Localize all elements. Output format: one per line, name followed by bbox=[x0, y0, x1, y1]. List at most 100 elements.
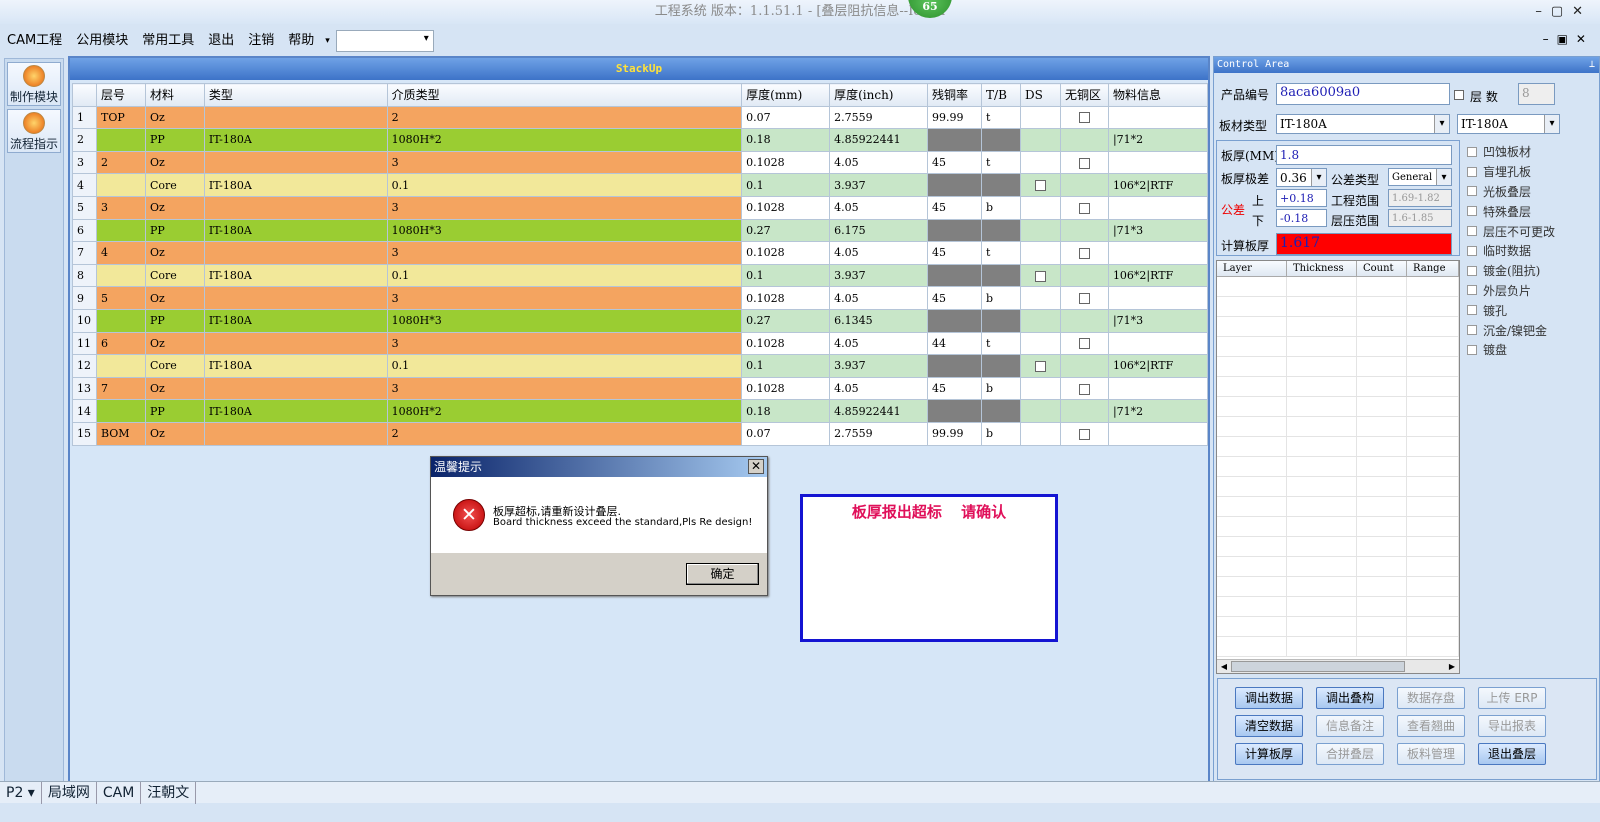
cell-mat[interactable]: Oz bbox=[144, 195, 205, 220]
cell-layer[interactable] bbox=[95, 354, 146, 378]
table-row[interactable]: 11 6 Oz 3 0.1028 4.05 44 t bbox=[72, 331, 1209, 356]
scroll-thumb[interactable] bbox=[1231, 661, 1405, 672]
layer-table-cell[interactable] bbox=[1217, 517, 1287, 536]
column-header[interactable]: 类型 bbox=[203, 83, 388, 107]
cell-cu[interactable] bbox=[927, 218, 983, 243]
layer-table-row[interactable] bbox=[1217, 357, 1459, 377]
layer-table-cell[interactable] bbox=[1357, 317, 1407, 336]
cell-ds[interactable] bbox=[1019, 376, 1061, 401]
cell-tb[interactable]: b bbox=[981, 286, 1021, 310]
cell-ds[interactable] bbox=[1019, 331, 1061, 356]
board-type-select[interactable]: IT-180A bbox=[1276, 114, 1450, 134]
table-row[interactable]: 14 PP IT-180A 1080H*2 0.18 4.85922441 |71*2 bbox=[72, 399, 1209, 423]
layer-table-cell[interactable] bbox=[1217, 397, 1287, 416]
checkbox[interactable] bbox=[1078, 202, 1090, 214]
eng-range-field[interactable]: 1.69-1.82 bbox=[1388, 189, 1452, 207]
cell-med[interactable]: 2 bbox=[386, 105, 743, 130]
cell-layer[interactable] bbox=[95, 399, 146, 423]
cell-mat[interactable]: Oz bbox=[144, 376, 205, 401]
table-row[interactable]: 7 4 Oz 3 0.1028 4.05 45 t bbox=[72, 241, 1209, 265]
option-checkbox[interactable]: 外层负片 bbox=[1463, 281, 1597, 301]
layer-table-cell[interactable] bbox=[1217, 297, 1287, 316]
cell-ds[interactable] bbox=[1019, 308, 1061, 333]
cell-cu[interactable]: 99.99 bbox=[927, 105, 983, 130]
cell-cu[interactable] bbox=[927, 173, 983, 197]
row-number[interactable]: 8 bbox=[72, 263, 97, 288]
layer-table-row[interactable] bbox=[1217, 637, 1459, 657]
cell-info[interactable] bbox=[1107, 376, 1209, 401]
cell-info[interactable]: |71*3 bbox=[1107, 308, 1209, 333]
table-row[interactable]: 4 Core IT-180A 0.1 0.1 3.937 106*2|RTF bbox=[72, 173, 1209, 197]
cell-ds[interactable] bbox=[1019, 128, 1061, 152]
cell-mat[interactable]: Core bbox=[144, 354, 205, 378]
cell-type[interactable]: IT-180A bbox=[203, 128, 388, 152]
cell-info[interactable] bbox=[1107, 195, 1209, 220]
action-button[interactable]: 导出报表 bbox=[1478, 715, 1546, 737]
cell-tb[interactable] bbox=[981, 308, 1021, 333]
table-row[interactable]: 2 PP IT-180A 1080H*2 0.18 4.85922441 |71*2 bbox=[72, 128, 1209, 152]
layer-table-cell[interactable] bbox=[1287, 417, 1357, 436]
layer-table-cell[interactable] bbox=[1357, 637, 1407, 656]
cell-inch[interactable]: 4.85922441 bbox=[829, 399, 929, 423]
cell-cu[interactable] bbox=[927, 263, 983, 288]
cell-med[interactable]: 3 bbox=[386, 331, 743, 356]
cell-med[interactable]: 1080H*3 bbox=[386, 308, 743, 333]
cell-inch[interactable]: 6.175 bbox=[829, 218, 929, 243]
layer-table-cell[interactable] bbox=[1357, 357, 1407, 376]
layer-table-row[interactable] bbox=[1217, 457, 1459, 477]
stackup-table[interactable]: 层号 材料 类型 介质类型 厚度(mm) 厚度(inch) 残铜率 T/B DS 无铜区 物料信息 … bbox=[72, 83, 1209, 446]
cell-type[interactable] bbox=[203, 150, 388, 175]
layer-table-cell[interactable] bbox=[1287, 437, 1357, 456]
layer-table-cell[interactable] bbox=[1217, 557, 1287, 576]
column-header[interactable]: 材料 bbox=[144, 83, 205, 107]
cell-info[interactable]: 106*2|RTF bbox=[1107, 354, 1209, 378]
layer-table-row[interactable] bbox=[1217, 437, 1459, 457]
cell-inch[interactable]: 2.7559 bbox=[829, 421, 929, 446]
cell-type[interactable] bbox=[203, 286, 388, 310]
checkbox[interactable] bbox=[1034, 360, 1046, 372]
checkbox-box[interactable] bbox=[1467, 186, 1477, 197]
layer-table-cell[interactable] bbox=[1357, 277, 1407, 296]
cell-tb[interactable] bbox=[981, 399, 1021, 423]
layer-table-cell[interactable] bbox=[1287, 297, 1357, 316]
layer-table-cell[interactable] bbox=[1407, 457, 1459, 476]
calc-thickness-field[interactable]: 1.617 bbox=[1276, 233, 1452, 255]
option-checkbox[interactable]: 光板叠层 bbox=[1463, 182, 1597, 202]
cell-info[interactable] bbox=[1107, 421, 1209, 446]
cell-mat[interactable]: PP bbox=[144, 128, 205, 152]
cell-tb[interactable]: b bbox=[981, 376, 1021, 401]
layer-table-cell[interactable] bbox=[1287, 277, 1357, 296]
cell-ds[interactable] bbox=[1019, 241, 1061, 265]
row-number[interactable]: 2 bbox=[72, 128, 97, 152]
cell-nocu[interactable] bbox=[1059, 105, 1109, 130]
press-range-field[interactable]: 1.6-1.85 bbox=[1388, 209, 1452, 227]
layer-table-cell[interactable] bbox=[1357, 557, 1407, 576]
column-header[interactable]: 介质类型 bbox=[386, 83, 743, 107]
layer-table-cell[interactable] bbox=[1217, 537, 1287, 556]
cell-med[interactable]: 3 bbox=[386, 376, 743, 401]
cell-cu[interactable]: 45 bbox=[927, 241, 983, 265]
column-header[interactable]: 厚度(inch) bbox=[829, 83, 929, 107]
layer-table-cell[interactable] bbox=[1287, 577, 1357, 596]
table-row[interactable]: 9 5 Oz 3 0.1028 4.05 45 b bbox=[72, 286, 1209, 310]
cell-mm[interactable]: 0.1 bbox=[741, 354, 831, 378]
option-checkbox[interactable]: 凹蚀板材 bbox=[1463, 142, 1597, 162]
layer-table-cell[interactable] bbox=[1407, 537, 1459, 556]
option-checkbox[interactable]: 镀盘 bbox=[1463, 340, 1597, 360]
cell-type[interactable] bbox=[203, 421, 388, 446]
column-header[interactable]: 残铜率 bbox=[927, 83, 983, 107]
cell-info[interactable]: 106*2|RTF bbox=[1107, 173, 1209, 197]
cell-ds[interactable] bbox=[1019, 421, 1061, 446]
cell-inch[interactable]: 4.05 bbox=[829, 331, 929, 356]
cell-nocu[interactable] bbox=[1059, 263, 1109, 288]
cell-med[interactable]: 0.1 bbox=[386, 354, 743, 378]
layer-table-cell[interactable] bbox=[1217, 277, 1287, 296]
cell-layer[interactable]: 3 bbox=[95, 195, 146, 220]
cell-tb[interactable] bbox=[981, 173, 1021, 197]
cell-mm[interactable]: 0.1 bbox=[741, 173, 831, 197]
layer-table-cell[interactable] bbox=[1217, 497, 1287, 516]
checkbox-box[interactable] bbox=[1467, 344, 1477, 355]
cell-info[interactable] bbox=[1107, 241, 1209, 265]
table-row[interactable]: 13 7 Oz 3 0.1028 4.05 45 b bbox=[72, 376, 1209, 401]
checkbox-box[interactable] bbox=[1467, 305, 1477, 316]
